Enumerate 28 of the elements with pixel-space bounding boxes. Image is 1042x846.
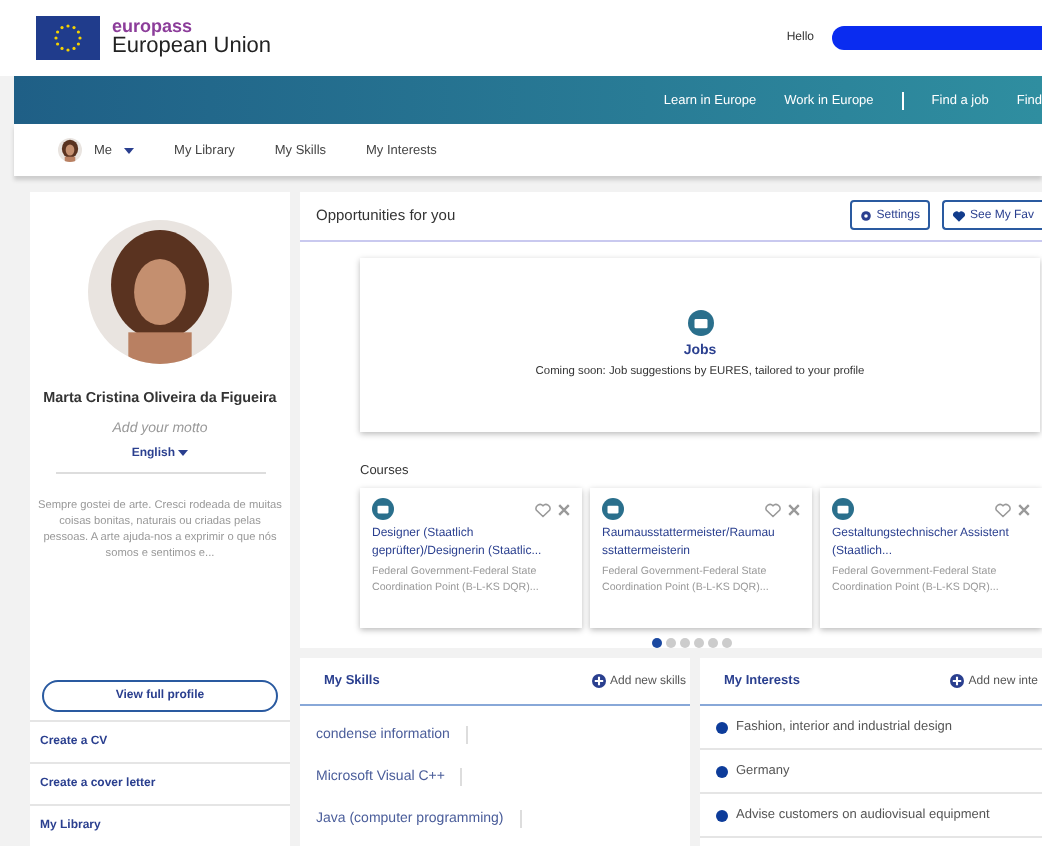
carousel-dot[interactable] bbox=[651, 638, 661, 648]
avatar bbox=[58, 138, 82, 162]
briefcase-icon bbox=[372, 498, 394, 520]
heart-icon[interactable] bbox=[534, 501, 552, 517]
close-icon[interactable] bbox=[558, 503, 570, 515]
carousel-dot[interactable] bbox=[721, 638, 731, 648]
briefcase-icon bbox=[602, 498, 624, 520]
bullet-icon bbox=[716, 721, 728, 733]
bullet-icon bbox=[716, 809, 728, 821]
add-icon bbox=[950, 674, 965, 688]
briefcase-icon bbox=[832, 498, 854, 520]
close-icon[interactable] bbox=[1018, 503, 1030, 515]
carousel-dot[interactable] bbox=[665, 638, 675, 648]
carousel-dot[interactable] bbox=[707, 638, 717, 648]
brand-subtitle: European Union bbox=[112, 36, 272, 58]
bullet-icon bbox=[716, 765, 728, 777]
briefcase-icon bbox=[687, 310, 713, 337]
carousel-dot[interactable] bbox=[679, 638, 689, 648]
heart-icon[interactable] bbox=[764, 501, 782, 517]
heart-icon bbox=[951, 209, 966, 222]
brand-name: europass bbox=[112, 18, 195, 36]
flag-logo bbox=[36, 16, 100, 60]
close-icon[interactable] bbox=[788, 503, 800, 515]
heart-icon[interactable] bbox=[994, 501, 1012, 517]
add-icon bbox=[591, 674, 606, 688]
caret-icon bbox=[178, 450, 189, 456]
caret-icon bbox=[124, 147, 135, 153]
carousel-dot[interactable] bbox=[693, 638, 703, 648]
